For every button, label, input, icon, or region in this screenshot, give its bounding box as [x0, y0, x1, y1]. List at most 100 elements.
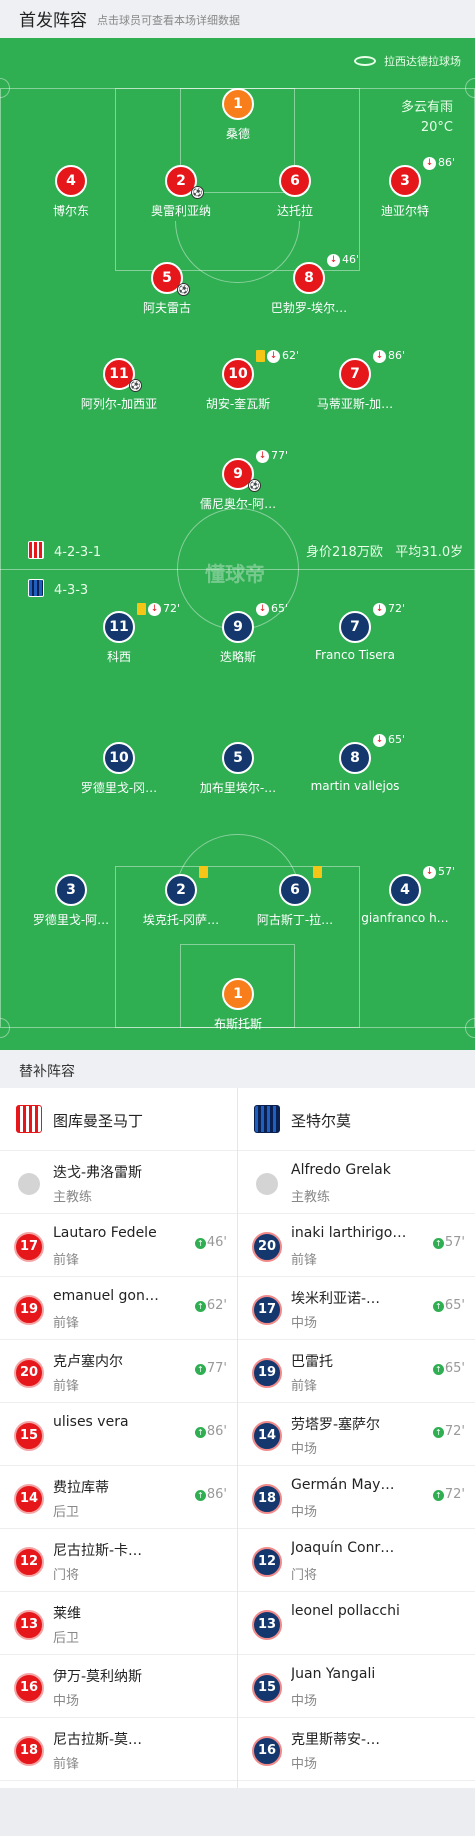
away-player[interactable]: 2 埃克托-冈萨…	[121, 866, 241, 936]
player-number: 2	[165, 874, 197, 906]
home-formation: 4-2-3-1	[28, 541, 101, 560]
home-player[interactable]: 1 桑德	[178, 88, 298, 150]
away-coach-row[interactable]: Alfredo Grelak 主教练	[238, 1151, 475, 1214]
sub-position: 前锋	[53, 1253, 80, 1268]
home-sub-row[interactable]: 17 Lautaro Fedele 前锋 ↑ 46'	[0, 1214, 237, 1277]
watermark-logo: 懂球帝	[205, 562, 265, 586]
away-sub-row[interactable]: 18 Germán May… 中场 ↑ 72'	[238, 1466, 475, 1529]
away-sub-row[interactable]: 12 Joaquín Conr… 门将	[238, 1529, 475, 1592]
sub-time: 65'	[388, 733, 406, 746]
sub-time: 86'	[438, 156, 456, 169]
home-player[interactable]: 10 胡安-奎瓦斯 ↓ 62'	[178, 349, 299, 420]
sub-name: emanuel gon…	[53, 1288, 159, 1304]
home-sub-row[interactable]: 16 伊万-莫利纳斯 中场	[0, 1655, 237, 1718]
home-coach-row[interactable]: 迭戈-弗洛雷斯 主教练	[0, 1151, 237, 1214]
sub-position: 门将	[291, 1568, 318, 1583]
yellow-card-icon	[256, 350, 265, 362]
yellow-card-icon	[313, 866, 322, 878]
stadium-name: 拉西达德拉球场	[384, 55, 461, 68]
home-player[interactable]: 4 博尔东	[11, 165, 131, 227]
sub-name: 尼古拉斯-卡…	[53, 1543, 143, 1559]
substitution-in-icon: ↑	[432, 1427, 444, 1438]
weather-info: 多云有雨 20°C	[401, 98, 453, 138]
home-sub-row[interactable]: 13 莱维 后卫	[0, 1592, 237, 1655]
sub-name: 巴雷托	[291, 1354, 333, 1370]
sub-name: 克卢塞内尔	[53, 1354, 123, 1370]
sub-number: 12	[14, 1547, 44, 1577]
sub-event: ↓ 72'	[373, 602, 405, 616]
sub-position: 中场	[291, 1757, 318, 1772]
sub-name: Juan Yangali	[291, 1666, 376, 1682]
sub-event: ↓ 46'	[327, 253, 359, 267]
away-player[interactable]: 4 gianfranco h… ↓ 57'	[345, 865, 465, 936]
away-player[interactable]: 3 罗德里戈-阿…	[11, 874, 131, 936]
home-player[interactable]: 2 ⚽ 奥雷利亚纳	[121, 165, 241, 227]
sub-in-time: ↑ 77'	[194, 1361, 227, 1376]
sub-event: ↓ 62'	[256, 349, 299, 363]
sub-in-time: ↑ 65'	[432, 1298, 465, 1313]
substitution-in-icon: ↑	[194, 1364, 206, 1375]
away-player[interactable]: 10 罗德里戈-冈…	[59, 742, 179, 804]
player-number: 1	[222, 88, 254, 120]
pitch: 拉西达德拉球场 多云有雨 20°C 懂球帝 4-2-3-1 4-3-3 身价21…	[0, 38, 475, 1050]
player-number: 11	[103, 611, 135, 643]
player-number: 8	[339, 742, 371, 774]
sub-position: 前锋	[53, 1757, 80, 1772]
player-name: 罗德里戈-冈…	[80, 781, 158, 795]
sub-position: 中场	[291, 1316, 318, 1331]
away-player[interactable]: 1 布斯托斯	[178, 978, 298, 1040]
sub-in-time: ↑ 62'	[194, 1298, 227, 1313]
home-sub-row[interactable]: 20 克卢塞内尔 前锋 ↑ 77'	[0, 1340, 237, 1403]
home-sub-row[interactable]: 15 ulises vera ↑ 86'	[0, 1403, 237, 1466]
home-sub-row[interactable]: 12 尼古拉斯-卡… 门将	[0, 1529, 237, 1592]
sub-in-time: ↑ 65'	[432, 1361, 465, 1376]
home-team-name: 图库曼圣马丁	[53, 1112, 144, 1130]
home-sub-row[interactable]: 14 费拉库蒂 后卫 ↑ 86'	[0, 1466, 237, 1529]
away-sub-row[interactable]: 13 leonel pollacchi	[238, 1592, 475, 1655]
stadium-icon	[354, 56, 376, 66]
lineup-title: 首发阵容	[19, 11, 87, 31]
home-player[interactable]: 5 ⚽ 阿夫雷古	[107, 262, 227, 324]
sub-number: 13	[252, 1610, 282, 1640]
away-player[interactable]: 6 阿古斯丁-拉…	[235, 866, 355, 936]
away-sub-row[interactable]: 16 克里斯蒂安-… 中场	[238, 1718, 475, 1781]
sub-time: 46'	[342, 253, 360, 266]
away-sub-row[interactable]: 15 Juan Yangali 中场	[238, 1655, 475, 1718]
player-number: 9	[222, 611, 254, 643]
home-team-row[interactable]: 图库曼圣马丁	[0, 1088, 237, 1151]
yellow-card-icon	[137, 603, 146, 615]
home-player[interactable]: 7 马蒂亚斯-加… ↓ 86'	[295, 349, 415, 420]
player-number: 10	[103, 742, 135, 774]
substitution-out-icon: ↓	[423, 156, 436, 170]
substitution-out-icon: ↓	[423, 865, 436, 879]
home-player[interactable]: 11 ⚽ 阿列尔-加西亚	[59, 358, 179, 420]
away-player[interactable]: 7 Franco Tisera ↓ 72'	[295, 602, 415, 673]
substitution-in-icon: ↑	[194, 1490, 206, 1501]
home-player[interactable]: 3 迪亚尔特 ↓ 86'	[345, 156, 465, 227]
home-sub-row[interactable]: 19 emanuel gon… 前锋 ↑ 62'	[0, 1277, 237, 1340]
home-team-logo-icon	[16, 1105, 42, 1133]
home-player[interactable]: 6 达托拉	[235, 165, 355, 227]
away-player[interactable]: 11 科西 ↓ 72'	[59, 602, 180, 673]
substitution-out-icon: ↓	[148, 602, 161, 616]
away-team-row[interactable]: 圣特尔莫	[238, 1088, 475, 1151]
home-player[interactable]: 8 巴勃罗-埃尔… ↓ 46'	[249, 253, 369, 324]
sub-position: 中场	[53, 1694, 80, 1709]
sub-event: ↓ 86'	[423, 156, 455, 170]
sub-time: 65'	[271, 602, 289, 615]
home-sub-row[interactable]: 18 尼古拉斯-莫… 前锋	[0, 1718, 237, 1781]
substitution-out-icon: ↓	[373, 733, 386, 747]
away-player[interactable]: 9 迭略斯 ↓ 65'	[178, 602, 298, 673]
away-sub-row[interactable]: 20 inaki larthirigo… 前锋 ↑ 57'	[238, 1214, 475, 1277]
substitution-in-icon: ↑	[432, 1364, 444, 1375]
away-player[interactable]: 8 martin vallejos ↓ 65'	[295, 733, 415, 804]
player-name: 阿古斯丁-拉…	[256, 913, 334, 927]
away-sub-row[interactable]: 14 劳塔罗-塞萨尔 中场 ↑ 72'	[238, 1403, 475, 1466]
sub-event: ↓ 77'	[256, 449, 288, 463]
sub-position: 后卫	[53, 1505, 80, 1520]
away-player[interactable]: 5 加布里埃尔-…	[178, 742, 298, 804]
away-sub-row[interactable]: 17 埃米利亚诺-… 中场 ↑ 65'	[238, 1277, 475, 1340]
away-sub-row[interactable]: 19 巴雷托 前锋 ↑ 65'	[238, 1340, 475, 1403]
home-player[interactable]: 9 ⚽ 儒尼奥尔-阿… ↓ 77'	[178, 449, 298, 520]
player-number: 1	[222, 978, 254, 1010]
